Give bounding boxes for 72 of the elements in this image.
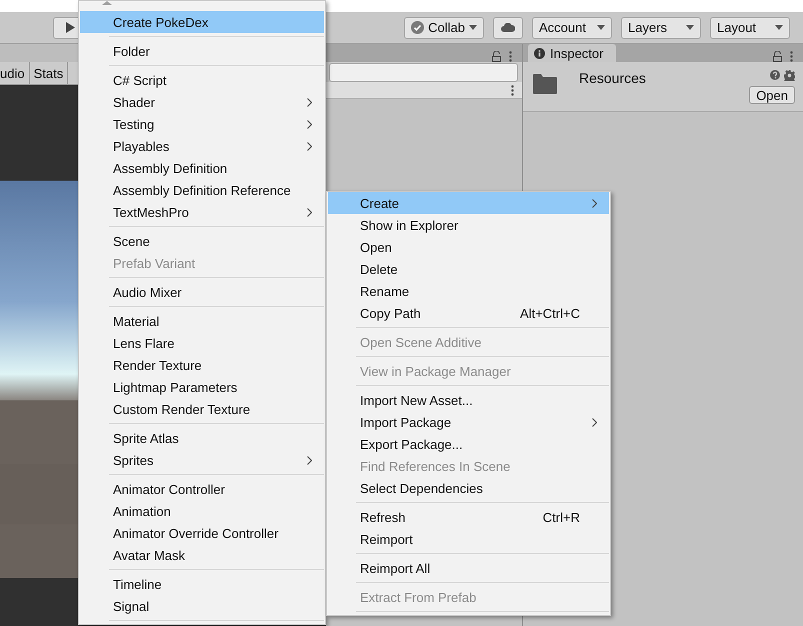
- caret-icon: [686, 25, 694, 30]
- menu-item[interactable]: Sprite Atlas: [80, 427, 324, 449]
- menu-item[interactable]: TextMeshPro: [80, 201, 324, 223]
- menu-item[interactable]: Assembly Definition Reference: [80, 179, 324, 201]
- shortcut-text: Ctrl+R: [542, 510, 580, 524]
- cloud-button[interactable]: [493, 16, 523, 38]
- toolbar-toggle[interactable]: udio: [0, 62, 30, 84]
- menu-item[interactable]: Delete: [328, 258, 609, 280]
- menu-item[interactable]: Animator Override Controller: [80, 522, 324, 544]
- chevron-right-icon: [307, 142, 312, 150]
- more-icon[interactable]: [511, 84, 514, 96]
- menu-item[interactable]: Create PokeDex: [80, 11, 324, 33]
- menu-item[interactable]: Rename: [328, 280, 609, 302]
- menu-item[interactable]: Refresh Ctrl+R: [328, 506, 609, 528]
- chevron-right-icon: [307, 98, 312, 106]
- menu-item[interactable]: Create: [328, 192, 609, 214]
- menu-item[interactable]: Assembly Definition: [80, 157, 324, 179]
- menu-item[interactable]: Import Package: [328, 411, 609, 433]
- dropdown-button[interactable]: Account: [532, 16, 612, 38]
- check-circle-icon: [411, 21, 424, 34]
- caret-icon: [469, 25, 477, 30]
- menu-item[interactable]: Animation: [80, 500, 324, 522]
- menu-item[interactable]: Sprites: [80, 449, 324, 471]
- cloud-icon: [501, 23, 515, 32]
- dropdown-button[interactable]: Layout: [710, 16, 790, 38]
- lock-icon[interactable]: [492, 51, 501, 62]
- menu-item[interactable]: Open: [328, 236, 609, 258]
- menu-item[interactable]: C# Script: [80, 69, 324, 91]
- chevron-right-icon: [307, 120, 312, 128]
- menu-item[interactable]: Select Dependencies: [328, 477, 609, 499]
- menu-item[interactable]: Shader: [80, 91, 324, 113]
- menu-item[interactable]: Reimport All: [328, 557, 609, 579]
- menu-item[interactable]: Testing: [80, 113, 324, 135]
- inspector-tab[interactable]: Inspector: [528, 44, 616, 62]
- dropdown-button[interactable]: Layers: [621, 16, 701, 38]
- help-icon[interactable]: [770, 70, 780, 80]
- menu-item[interactable]: Import New Asset...: [328, 389, 609, 411]
- menu-item[interactable]: Reimport: [328, 528, 609, 550]
- menu-item[interactable]: Lens Flare: [80, 332, 324, 354]
- info-icon: [534, 48, 545, 58]
- menu-item[interactable]: Lightmap Parameters: [80, 376, 324, 398]
- folder-icon: [533, 74, 557, 94]
- caret-icon: [775, 25, 783, 30]
- menu-item[interactable]: Timeline: [80, 573, 324, 595]
- menu-item[interactable]: Signal: [80, 595, 324, 617]
- chevron-right-icon: [592, 198, 597, 208]
- menu-item[interactable]: Show in Explorer: [328, 214, 609, 236]
- menu-item[interactable]: Scene: [80, 230, 324, 252]
- menu-item[interactable]: Animator Controller: [80, 478, 324, 500]
- menu-item[interactable]: Audio Mixer: [80, 281, 324, 303]
- more-icon[interactable]: [509, 51, 512, 62]
- more-icon[interactable]: [790, 51, 793, 62]
- menu-item[interactable]: Custom Render Texture: [80, 398, 324, 420]
- chevron-right-icon: [307, 456, 312, 464]
- chevron-right-icon: [307, 208, 312, 216]
- menu-item[interactable]: Folder: [80, 40, 324, 62]
- menu-item[interactable]: Playables: [80, 135, 324, 157]
- menu-item[interactable]: Export Package...: [328, 433, 609, 455]
- lock-icon[interactable]: [773, 51, 782, 62]
- collab-button[interactable]: Collab: [404, 16, 484, 38]
- menu-item[interactable]: Avatar Mask: [80, 544, 324, 566]
- scroll-up-icon[interactable]: [102, 1, 112, 5]
- gear-icon[interactable]: [784, 70, 795, 81]
- menu-item[interactable]: Copy Path Alt+Ctrl+C: [328, 302, 609, 324]
- open-button[interactable]: Open: [749, 86, 795, 104]
- menu-item[interactable]: Material: [80, 310, 324, 332]
- chevron-right-icon: [592, 418, 597, 426]
- shortcut-text: Alt+Ctrl+C: [520, 306, 580, 320]
- play-icon: [66, 22, 74, 33]
- menu-item[interactable]: Render Texture: [80, 354, 324, 376]
- asset-name: Resources: [579, 69, 647, 88]
- caret-icon: [597, 25, 605, 30]
